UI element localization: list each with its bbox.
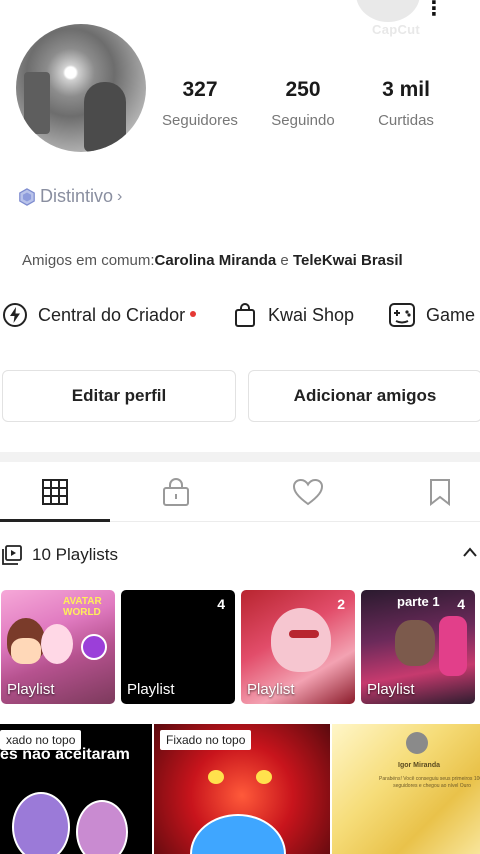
playlist-tag: parte 1	[397, 594, 440, 609]
playlist-art-shape	[289, 630, 319, 638]
playlists-header[interactable]: 10 Playlists	[0, 540, 480, 570]
achievement-text: Parabéns! Você conseguiu seus primeiros …	[379, 776, 480, 789]
watermark: CapCut	[372, 22, 421, 37]
video-art-shape	[76, 800, 128, 854]
video-thumbnail[interactable]: Igor Miranda Parabéns! Você conseguiu se…	[332, 724, 480, 854]
mutual-friends-conjunction: e	[276, 252, 293, 269]
shortcut-creator-center[interactable]: Central do Criador	[2, 300, 197, 330]
shortcut-label: Kwai Shop	[268, 304, 355, 325]
gamepad-icon	[389, 303, 415, 327]
playlist-card[interactable]: AVATAR WORLD Playlist	[1, 590, 115, 704]
likes-label: Curtidas	[378, 112, 434, 129]
following-label: Seguindo	[271, 112, 335, 129]
playlist-card[interactable]: 4 Playlist	[121, 590, 235, 704]
playlist-card[interactable]: 2 Playlist	[241, 590, 355, 704]
tab-videos[interactable]	[0, 462, 110, 522]
followers-stat[interactable]: 327 Seguidores	[155, 78, 245, 129]
cart-badge-icon	[81, 634, 107, 660]
playlist-label: Playlist	[247, 681, 295, 698]
profile-tabs	[0, 462, 480, 522]
add-friends-button[interactable]: Adicionar amigos	[248, 370, 480, 422]
achievement-user-name: Igor Miranda	[398, 762, 441, 769]
edit-profile-button[interactable]: Editar perfil	[2, 370, 236, 422]
grid-icon	[42, 479, 68, 505]
shortcut-kwai-shop[interactable]: Kwai Shop	[232, 300, 354, 330]
notification-dot	[190, 311, 197, 317]
top-bar: ⋮ CapCut	[0, 0, 480, 37]
tab-private[interactable]	[121, 462, 231, 522]
pinned-badge: Fixado no topo	[160, 730, 252, 750]
likes-count: 3 mil	[382, 78, 430, 101]
section-divider	[0, 452, 480, 462]
badge-hexagon-icon	[19, 187, 35, 206]
playlist-count: 4	[457, 596, 465, 612]
mutual-friend-2[interactable]: TeleKwai Brasil	[293, 252, 403, 269]
badge-label: Distintivo	[40, 186, 114, 206]
shortcut-game[interactable]: Game	[388, 300, 475, 330]
mutual-friends[interactable]: Amigos em comum:Carolina Miranda e TeleK…	[22, 252, 403, 269]
playlist-icon	[2, 545, 22, 565]
playlist-art-shape	[11, 638, 41, 664]
playlist-art-shape	[439, 616, 467, 676]
tab-liked[interactable]	[253, 462, 363, 522]
followers-label: Seguidores	[162, 112, 238, 129]
playlist-art-shape	[271, 608, 331, 672]
avatar[interactable]	[16, 24, 146, 152]
more-options-icon[interactable]: ⋮	[424, 0, 444, 21]
shortcuts-row: Central do Criador Kwai Shop Game	[0, 300, 480, 330]
active-tab-indicator	[0, 519, 110, 522]
video-thumbnail[interactable]: Fixado no topo	[154, 724, 330, 854]
heart-icon	[292, 478, 324, 506]
shopping-bag-icon	[235, 303, 255, 327]
badge-link[interactable]: Distintivo ›	[18, 186, 122, 207]
shortcut-label: Game	[426, 304, 476, 325]
lightning-circle-icon	[3, 303, 27, 327]
video-art-shape	[12, 792, 70, 854]
playlists-title: 10 Playlists	[32, 545, 118, 564]
video-caption: es nao aceitaram	[0, 746, 130, 763]
playlist-count: 2	[337, 596, 345, 612]
followers-count: 327	[182, 78, 218, 101]
mutual-friend-1[interactable]: Carolina Miranda	[155, 252, 277, 269]
chevron-up-icon[interactable]	[462, 546, 478, 558]
bookmark-icon	[430, 479, 450, 506]
playlist-label: Playlist	[127, 681, 175, 698]
video-art-shape	[190, 814, 286, 854]
playlist-label: Playlist	[367, 681, 415, 698]
video-art-shape	[256, 770, 272, 784]
playlist-art-shape	[41, 624, 73, 664]
chevron-right-icon: ›	[117, 187, 123, 205]
lock-icon	[163, 478, 189, 506]
user-avatar	[406, 732, 428, 754]
top-icon-button[interactable]	[356, 0, 420, 22]
playlist-art-text: AVATAR WORLD	[63, 596, 102, 618]
playlist-card[interactable]: parte 1 4 Playlist	[361, 590, 475, 704]
playlist-count: 4	[217, 596, 225, 612]
likes-stat[interactable]: 3 mil Curtidas	[361, 78, 451, 129]
video-thumbnail[interactable]: xado no topo es nao aceitaram	[0, 724, 152, 854]
playlist-art-shape	[395, 620, 435, 666]
shortcut-label: Central do Criador	[38, 304, 186, 325]
video-art-shape	[208, 770, 224, 784]
tab-saved[interactable]	[385, 462, 480, 522]
mutual-friends-prefix: Amigos em comum:	[22, 252, 155, 269]
following-stat[interactable]: 250 Seguindo	[258, 78, 348, 129]
following-count: 250	[285, 78, 321, 101]
playlist-label: Playlist	[7, 681, 55, 698]
